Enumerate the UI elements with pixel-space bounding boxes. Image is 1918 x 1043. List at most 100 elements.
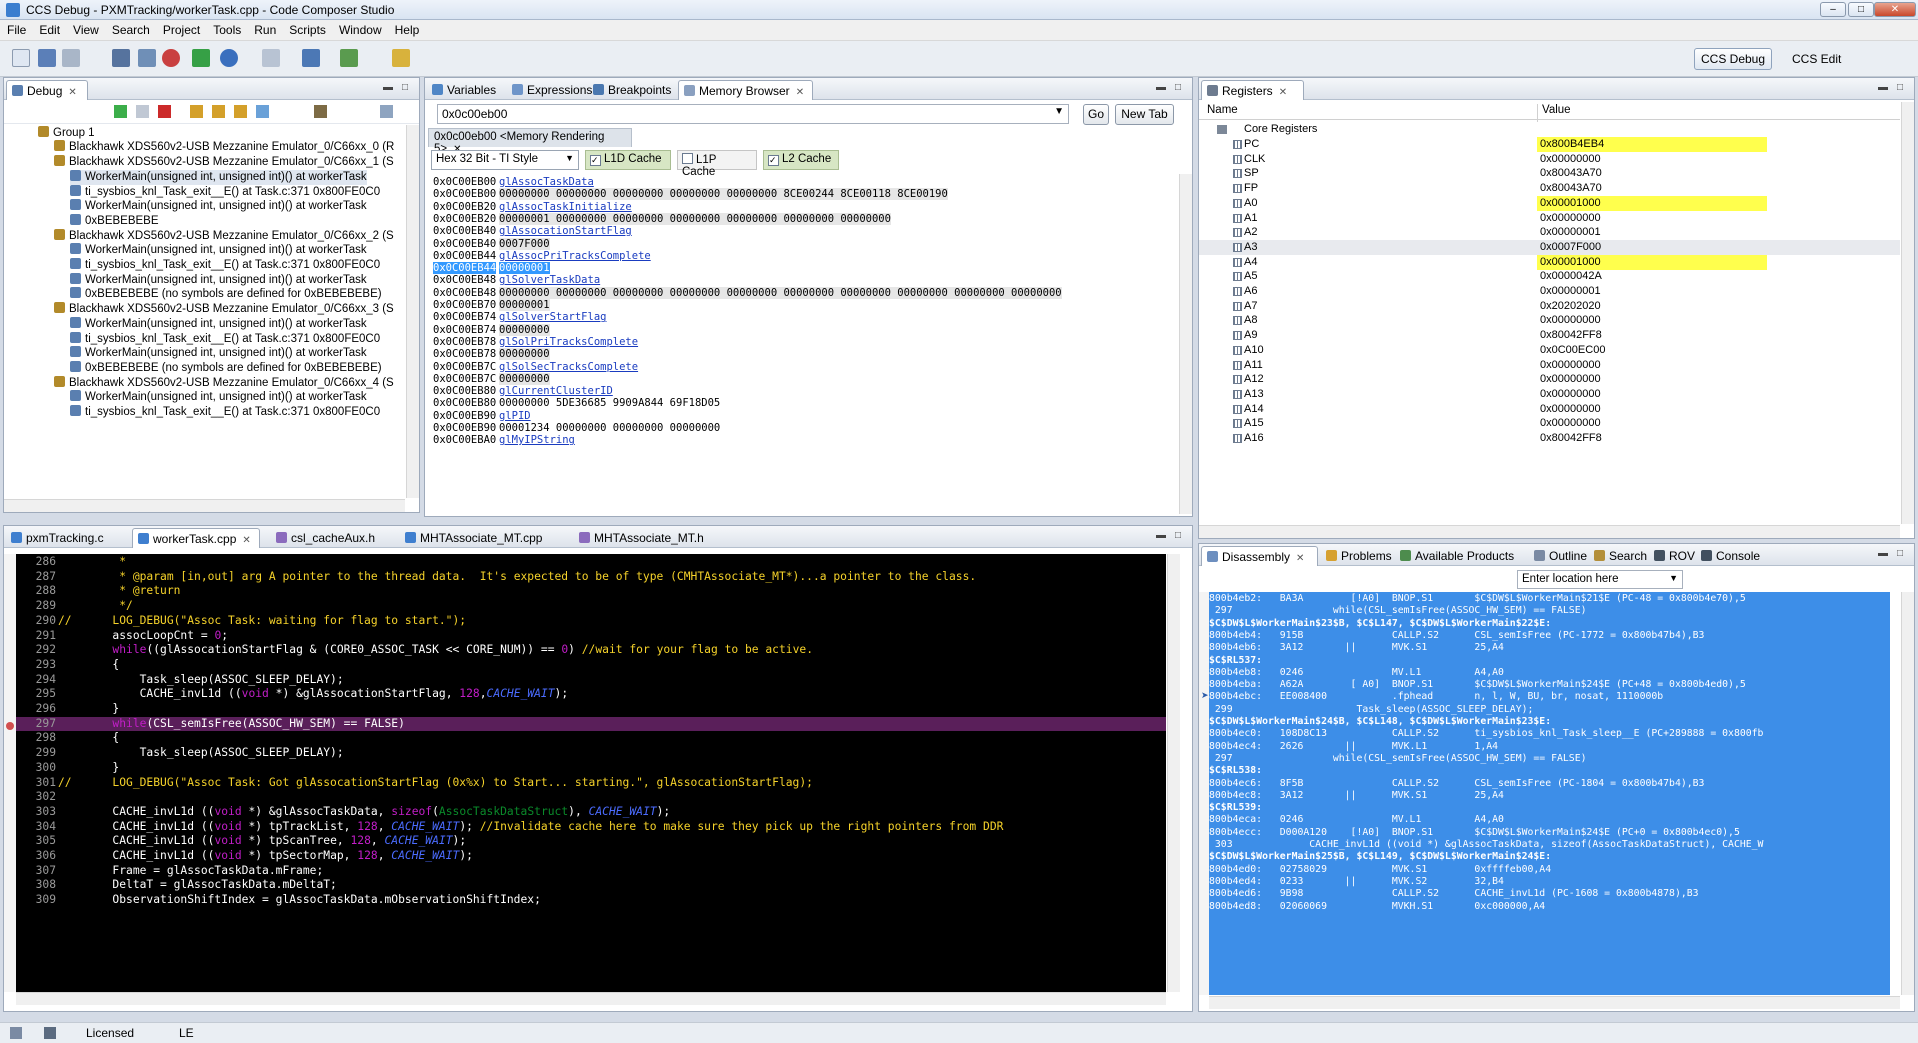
disassembly-line[interactable]: 800b4eb2: BA3A [!A0] BNOP.S1 $C$DW$L$Wor… xyxy=(1209,593,1746,605)
memory-line[interactable]: 0x0C00EB90 glPID xyxy=(433,410,531,422)
register-row[interactable]: A16 0x80042FF8 xyxy=(1199,431,1900,446)
menu-window[interactable]: Window xyxy=(332,20,388,37)
code-line[interactable]: 309 ObservationShiftIndex = glAssocTaskD… xyxy=(16,893,1166,908)
code-line[interactable]: 287 * @param [in,out] arg A pointer to t… xyxy=(16,570,1166,585)
editor-vscroll[interactable] xyxy=(1167,554,1180,992)
graph-icon[interactable] xyxy=(302,49,320,67)
step-into-icon[interactable] xyxy=(190,105,203,118)
register-row[interactable]: A9 0x80042FF8 xyxy=(1199,328,1900,343)
close-button[interactable]: ✕ xyxy=(1874,2,1916,17)
register-row[interactable]: A8 0x00000000 xyxy=(1199,313,1900,328)
address-input[interactable]: 0x0c00eb00 ▼ xyxy=(437,104,1069,124)
register-value[interactable]: 0x80043A70 xyxy=(1537,181,1767,196)
close-icon[interactable]: ✕ xyxy=(796,87,804,98)
registers-vscroll[interactable] xyxy=(1901,102,1914,524)
disasm-vscroll[interactable] xyxy=(1901,592,1914,995)
register-row[interactable]: SP 0x80043A70 xyxy=(1199,166,1900,181)
menu-file[interactable]: File xyxy=(0,20,32,37)
memory-line[interactable]: 0x0C00EB7C glSolSecTracksComplete xyxy=(433,361,638,373)
tab-outline[interactable]: Outline xyxy=(1529,546,1595,566)
register-row[interactable]: A0 0x00001000 xyxy=(1199,195,1900,211)
register-row[interactable]: A3 0x0007F000 xyxy=(1199,239,1900,255)
build-icon[interactable] xyxy=(112,49,130,67)
register-row[interactable]: A13 0x00000000 xyxy=(1199,387,1900,402)
tab-available-products[interactable]: Available Products xyxy=(1395,546,1522,566)
save-icon[interactable] xyxy=(38,49,56,67)
memory-line[interactable]: 0x0C00EB70 00000001 xyxy=(433,299,550,311)
memory-line[interactable]: 0x0C00EBA0 glMyIPString xyxy=(433,434,575,446)
register-value[interactable]: 0x80042FF8 xyxy=(1537,328,1767,343)
register-row[interactable]: A10 0x0C00EC00 xyxy=(1199,343,1900,358)
step-over-icon[interactable] xyxy=(212,105,225,118)
register-value[interactable]: 0x00000000 xyxy=(1537,387,1767,402)
disassembly-line[interactable]: 800b4ed0: 02758029 MVK.S1 0xffffeb00,A4 xyxy=(1209,864,1551,876)
memory-line[interactable]: 0x0C00EB78 glSolPriTracksComplete xyxy=(433,336,638,348)
register-row[interactable]: FP 0x80043A70 xyxy=(1199,181,1900,196)
register-value[interactable]: 0x0007F000 xyxy=(1537,240,1767,255)
memory-line[interactable]: 0x0C00EB48 glSolverTaskData xyxy=(433,274,600,286)
debug-icon[interactable] xyxy=(138,49,156,67)
code-line[interactable]: 307 Frame = glAssocTaskData.mFrame; xyxy=(16,864,1166,879)
suspend-icon[interactable] xyxy=(136,105,149,118)
disassembly-line[interactable]: 800b4ebc: EE008400 .fphead n, l, W, BU, … xyxy=(1209,691,1663,703)
disassembly-line[interactable]: 297 while(CSL_semIsFree(ASSOC_HW_SEM) ==… xyxy=(1209,753,1587,765)
debug-tree-item[interactable]: WorkerMain(unsigned int, unsigned int)()… xyxy=(70,199,367,214)
debug-tree-item[interactable]: Blackhawk XDS560v2-USB Mezzanine Emulato… xyxy=(54,375,394,391)
memory-line[interactable]: 0x0C00EB48 00000000 00000000 00000000 000… xyxy=(433,286,1062,299)
register-value[interactable]: 0x00000000 xyxy=(1537,358,1767,373)
tab-memory-rendering[interactable]: 0x0c00eb00 <Memory Rendering 5>✕ xyxy=(428,128,632,155)
code-line[interactable]: 296 } xyxy=(16,702,1166,717)
tab-mhtassociate-cpp[interactable]: MHTAssociate_MT.cpp xyxy=(400,528,550,548)
tab-expressions[interactable]: Expressions xyxy=(507,80,600,100)
close-icon[interactable]: ✕ xyxy=(242,535,250,546)
disassembly-line[interactable]: 299 Task_sleep(ASSOC_SLEEP_DELAY); xyxy=(1209,704,1534,716)
chevron-down-icon[interactable]: ▼ xyxy=(1054,106,1064,117)
code-line[interactable]: 299 Task_sleep(ASSOC_SLEEP_DELAY); xyxy=(16,746,1166,761)
debug-hscroll[interactable] xyxy=(4,499,405,512)
register-value[interactable]: 0x00001000 xyxy=(1537,254,1767,270)
disasm-hscroll[interactable] xyxy=(1209,996,1900,1009)
debug-tree-item[interactable]: Blackhawk XDS560v2-USB Mezzanine Emulato… xyxy=(54,140,394,155)
debug-tree-item[interactable]: ti_sysbios_knl_Task_exit__E() at Task.c:… xyxy=(70,258,380,273)
code-line[interactable]: 306 CACHE_invL1d ((void *) tpSectorMap, … xyxy=(16,849,1166,864)
code-line[interactable]: 297 while(CSL_semIsFree(ASSOC_HW_SEM) ==… xyxy=(16,716,1166,732)
debug-tree-item[interactable]: 0xBEBEBEBE (no symbols are defined for 0… xyxy=(70,287,382,302)
memory-line[interactable]: 0x0C00EB7C 00000000 xyxy=(433,372,550,385)
code-line[interactable]: 291 assocLoopCnt = 0; xyxy=(16,629,1166,644)
ccs-edit-perspective[interactable]: CCS Edit xyxy=(1785,48,1848,70)
maximize-icon[interactable]: □ xyxy=(1897,82,1903,93)
disassembly-line[interactable]: 800b4ec4: 2626 || MVK.L1 1,A4 xyxy=(1209,741,1498,753)
minimize-icon[interactable]: ▬ xyxy=(1878,82,1888,93)
go-button[interactable]: Go xyxy=(1083,104,1109,125)
tab-problems[interactable]: Problems xyxy=(1321,546,1400,566)
disassembly-line[interactable]: $C$DW$L$WorkerMain$25$B, $C$L149, $C$DW$… xyxy=(1209,851,1551,863)
menu-help[interactable]: Help xyxy=(388,20,426,37)
new-tab-button[interactable]: New Tab xyxy=(1115,104,1174,125)
register-value[interactable]: 0x80042FF8 xyxy=(1537,431,1767,446)
register-row[interactable]: CLK 0x00000000 xyxy=(1199,152,1900,167)
code-line[interactable]: 308 DeltaT = glAssocTaskData.mDeltaT; xyxy=(16,878,1166,893)
register-row[interactable]: A6 0x00000001 xyxy=(1199,284,1900,299)
tab-breakpoints[interactable]: Breakpoints xyxy=(588,80,679,100)
register-value[interactable]: 0x00000000 xyxy=(1537,372,1767,387)
disassembly-line[interactable]: 800b4eb4: 915B CALLP.S2 CSL_semIsFree (P… xyxy=(1209,630,1704,642)
breakpoint-icon[interactable] xyxy=(6,722,14,730)
disassembly-listing[interactable]: 800b4eb2: BA3A [!A0] BNOP.S1 $C$DW$L$Wor… xyxy=(1209,592,1890,995)
maximize-icon[interactable]: □ xyxy=(402,82,408,93)
memory-line[interactable]: 0x0C00EB00 glAssocTaskData xyxy=(433,176,594,188)
save-all-icon[interactable] xyxy=(62,49,80,67)
close-icon[interactable]: ✕ xyxy=(1296,553,1304,564)
maximize-icon[interactable]: □ xyxy=(1897,548,1903,559)
code-line[interactable]: 305 CACHE_invL1d ((void *) tpScanTree, 1… xyxy=(16,834,1166,849)
tab-workertask[interactable]: workerTask.cpp ✕ xyxy=(132,528,260,548)
disassembly-line[interactable]: 800b4eb6: 3A12 || MVK.S1 25,A4 xyxy=(1209,642,1504,654)
memory-line[interactable]: 0x0C00EB90 00001234 00000000 00000000 000… xyxy=(433,422,720,434)
run-icon[interactable] xyxy=(192,49,210,67)
register-value[interactable]: 0x00000001 xyxy=(1537,225,1767,240)
minimize-icon[interactable]: ▬ xyxy=(1878,548,1888,559)
debug-tree-item[interactable]: WorkerMain(unsigned int, unsigned int)()… xyxy=(70,169,367,185)
l1p-cache-toggle[interactable]: L1P Cache xyxy=(677,150,757,178)
menu-tools[interactable]: Tools xyxy=(206,20,247,37)
register-row[interactable]: A12 0x00000000 xyxy=(1199,372,1900,387)
memory-line[interactable]: 0x0C00EB74 glSolverStartFlag xyxy=(433,311,606,323)
